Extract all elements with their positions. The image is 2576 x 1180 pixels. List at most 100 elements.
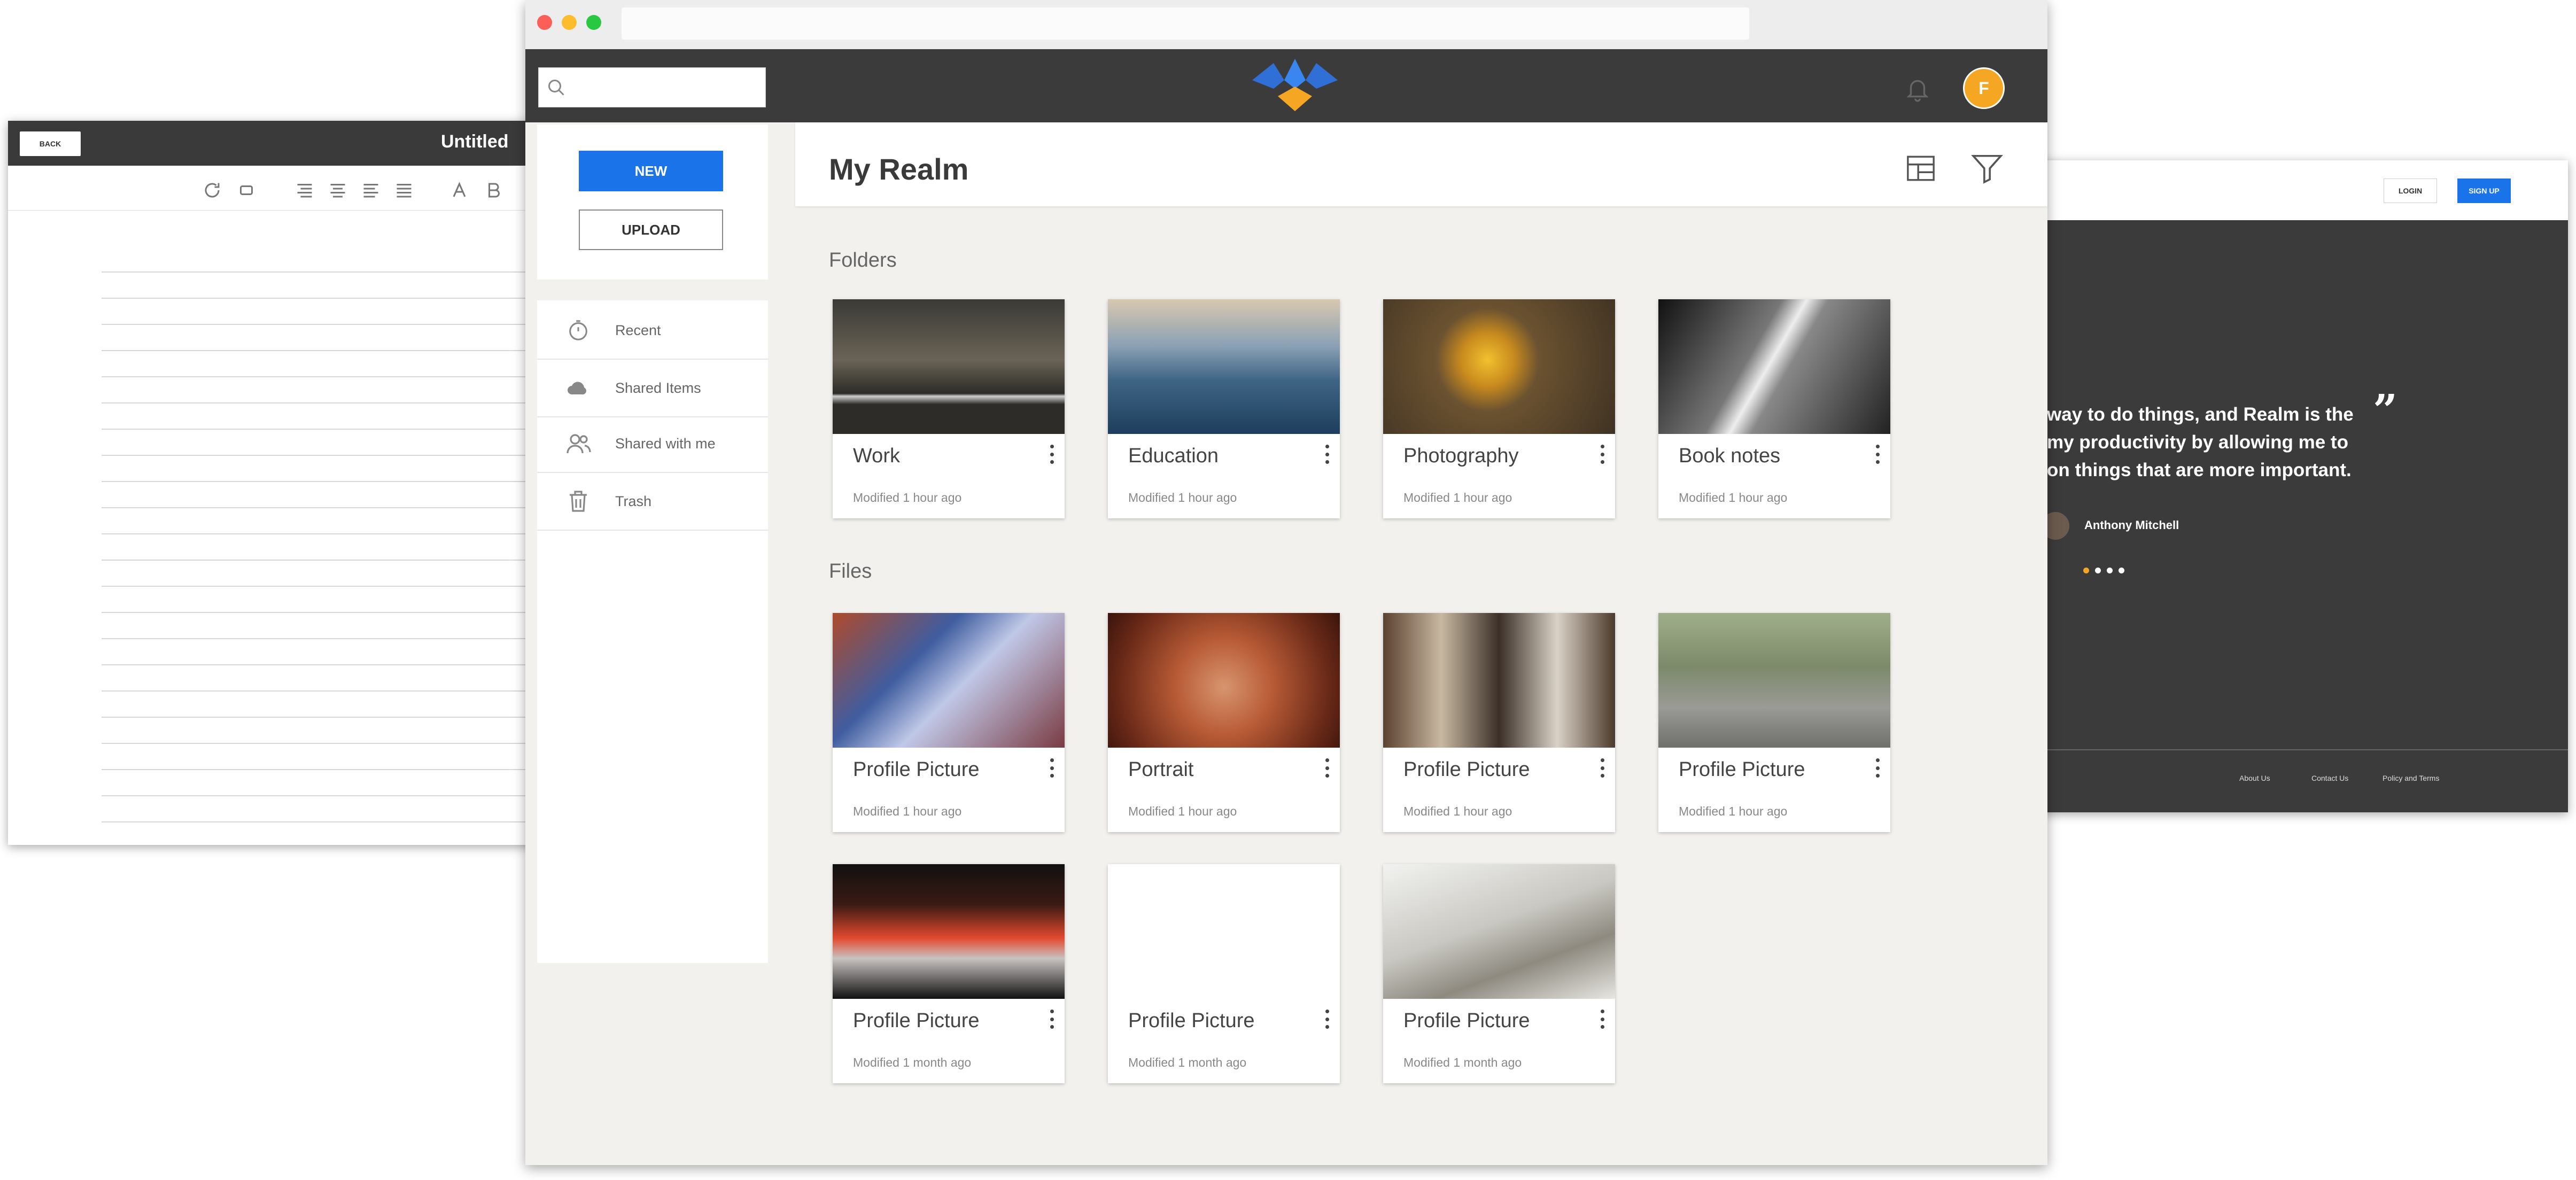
file-thumbnail [1383, 864, 1615, 999]
address-bar[interactable] [622, 7, 1749, 40]
sidebar-actions [537, 125, 768, 280]
sidebar-item-recent[interactable]: Recent [537, 302, 768, 360]
file-card[interactable]: Profile Picture Modified 1 month ago [833, 864, 1065, 1083]
carousel-dot[interactable] [2107, 568, 2113, 573]
login-button[interactable]: LOGIN [2384, 178, 2437, 203]
file-title: Profile Picture [1679, 758, 1805, 781]
font-style-icon[interactable] [449, 180, 471, 201]
user-avatar[interactable]: F [1963, 67, 2005, 109]
ruled-line [102, 717, 542, 718]
footer-link-about[interactable]: About Us [2239, 774, 2270, 782]
more-options-icon[interactable] [1049, 1010, 1055, 1029]
folder-card[interactable]: Work Modified 1 hour ago [833, 299, 1065, 518]
sidebar-item-label: Recent [615, 322, 661, 338]
ruled-line [102, 743, 542, 744]
landing-window: LOGIN SIGN UP way to do things, and Real… [1999, 160, 2568, 812]
close-window-icon[interactable] [537, 15, 552, 30]
file-card[interactable]: Profile Picture Modified 1 hour ago [1658, 613, 1890, 832]
folder-thumbnail [833, 299, 1065, 434]
ruled-line [102, 455, 542, 456]
file-modified: Modified 1 month ago [1128, 1055, 1247, 1069]
stopwatch-icon [564, 316, 593, 345]
more-options-icon[interactable] [1324, 758, 1330, 778]
footer-divider [2047, 749, 2568, 750]
folder-title: Book notes [1679, 445, 1781, 467]
folder-title: Photography [1403, 445, 1519, 467]
file-thumbnail [1108, 864, 1340, 999]
more-options-icon[interactable] [1599, 1010, 1605, 1029]
sidebar-item-trash[interactable]: Trash [537, 473, 768, 531]
align-right-icon[interactable] [294, 180, 315, 201]
more-options-icon[interactable] [1324, 1010, 1330, 1029]
carousel-dot[interactable] [2095, 568, 2101, 573]
more-options-icon[interactable] [1599, 758, 1605, 778]
folder-modified: Modified 1 hour ago [1403, 491, 1512, 504]
carousel-dot[interactable] [2119, 568, 2124, 573]
more-options-icon[interactable] [1874, 445, 1881, 464]
more-options-icon[interactable] [1874, 758, 1881, 778]
upload-button[interactable]: UPLOAD [579, 209, 723, 250]
file-card[interactable]: Portrait Modified 1 hour ago [1108, 613, 1340, 832]
search-input[interactable] [538, 67, 766, 107]
ruled-line [102, 821, 542, 822]
ruled-line [102, 795, 542, 796]
folders-heading: Folders [829, 249, 897, 271]
bell-icon[interactable] [1904, 74, 1931, 104]
folder-card[interactable]: Book notes Modified 1 hour ago [1658, 299, 1890, 518]
footer-link-policy[interactable]: Policy and Terms [2383, 774, 2439, 782]
quote-mark: ” [2373, 385, 2398, 435]
minimize-window-icon[interactable] [562, 15, 577, 30]
layout-view-icon[interactable] [1904, 153, 1937, 184]
back-button[interactable]: BACK [20, 131, 81, 156]
file-thumbnail [1383, 613, 1615, 748]
carousel-dot-active[interactable] [2083, 568, 2089, 573]
more-options-icon[interactable] [1599, 445, 1605, 464]
footer-link-contact[interactable]: Contact Us [2311, 774, 2348, 782]
more-options-icon[interactable] [1324, 445, 1330, 464]
sidebar-item-shared-with-me[interactable]: Shared with me [537, 415, 768, 473]
file-card[interactable]: Profile Picture Modified 1 hour ago [1383, 613, 1615, 832]
align-center-icon[interactable] [327, 180, 348, 201]
folder-card[interactable]: Education Modified 1 hour ago [1108, 299, 1340, 518]
refresh-icon[interactable] [201, 180, 223, 201]
author-name: Anthony Mitchell [2084, 518, 2179, 532]
ruled-line [102, 402, 542, 403]
repeat-icon[interactable] [236, 180, 257, 201]
sidebar-item-label: Trash [615, 493, 652, 509]
ruled-line [102, 586, 542, 587]
ruled-line [102, 769, 542, 770]
file-title: Portrait [1128, 758, 1194, 781]
more-options-icon[interactable] [1049, 445, 1055, 464]
realm-logo[interactable] [1252, 59, 1338, 114]
file-thumbnail [1108, 613, 1340, 748]
filter-icon[interactable] [1970, 152, 2004, 185]
app-window: F NEW UPLOAD Recent Shared Items Shared … [525, 0, 2047, 1165]
file-thumbnail [833, 613, 1065, 748]
bold-icon[interactable] [483, 180, 504, 201]
folder-thumbnail [1383, 299, 1615, 434]
new-button[interactable]: NEW [579, 151, 723, 191]
ruled-line [102, 638, 542, 639]
file-title: Profile Picture [853, 758, 980, 781]
ruled-line [102, 507, 542, 508]
align-justify-icon[interactable] [393, 180, 415, 201]
signup-button[interactable]: SIGN UP [2457, 178, 2511, 203]
file-modified: Modified 1 hour ago [1403, 804, 1512, 818]
file-card[interactable]: Profile Picture Modified 1 month ago [1108, 864, 1340, 1083]
sidebar-item-shared-items[interactable]: Shared Items [537, 360, 768, 417]
ruled-line [102, 612, 542, 613]
folder-title: Education [1128, 445, 1219, 467]
file-title: Profile Picture [1403, 758, 1530, 781]
ruled-line [102, 271, 542, 273]
editor-window: BACK Untitled [8, 121, 542, 845]
page-title: My Realm [829, 152, 969, 186]
more-options-icon[interactable] [1049, 758, 1055, 778]
align-left-icon[interactable] [360, 180, 382, 201]
search-icon [548, 80, 564, 96]
file-card[interactable]: Profile Picture Modified 1 hour ago [833, 613, 1065, 832]
maximize-window-icon[interactable] [586, 15, 601, 30]
file-card[interactable]: Profile Picture Modified 1 month ago [1383, 864, 1615, 1083]
files-heading: Files [829, 560, 872, 583]
ruled-line [102, 560, 542, 561]
folder-card[interactable]: Photography Modified 1 hour ago [1383, 299, 1615, 518]
